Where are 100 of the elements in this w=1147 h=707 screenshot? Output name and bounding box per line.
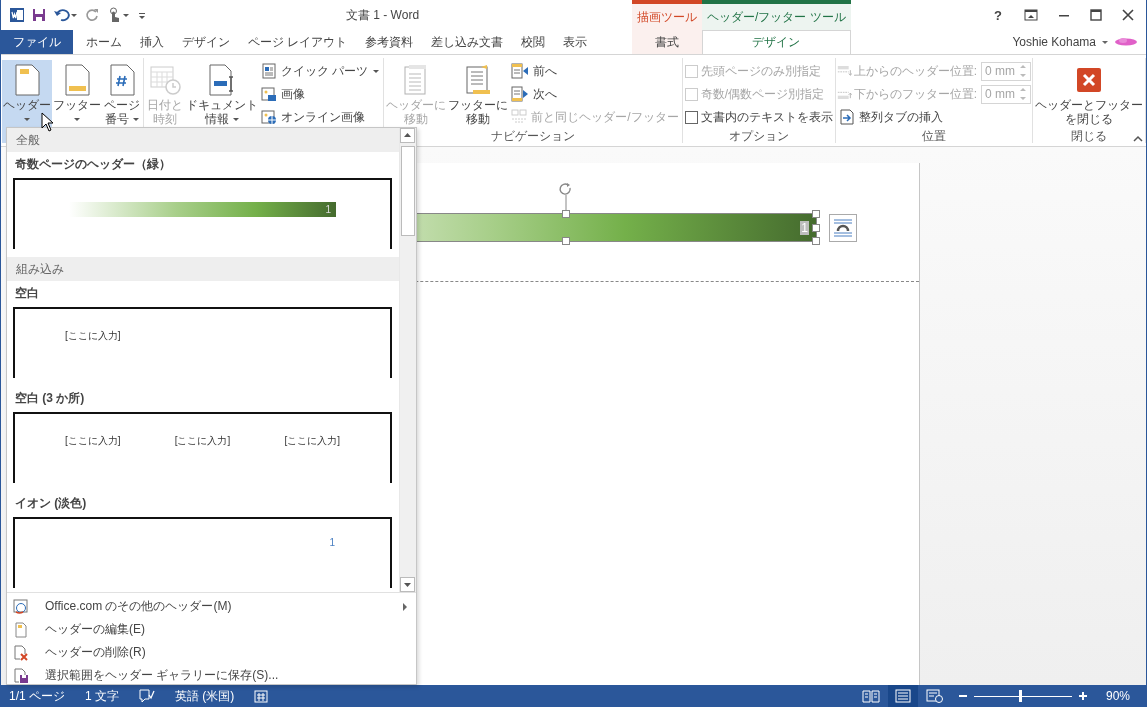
book-icon [861, 689, 880, 703]
scroll-up-icon[interactable] [400, 128, 415, 143]
resize-handle[interactable] [562, 237, 570, 245]
section-heading: 組み込み [7, 257, 399, 281]
preview-text: [ここに入力] [65, 329, 121, 343]
tab-insert-icon [838, 109, 855, 125]
zoom-slider[interactable] [1019, 689, 1022, 702]
ribbon-tab[interactable]: 差し込み文書 [422, 30, 513, 54]
menu-item[interactable]: 選択範囲をヘッダー ギャラリーに保存(S)... [7, 664, 416, 687]
ribbon-tab[interactable]: デザイン [173, 30, 239, 54]
link-icon [511, 109, 528, 125]
scroll-thumb[interactable] [401, 146, 415, 236]
close-icon[interactable] [1122, 9, 1134, 21]
group-label: 閉じる [1071, 128, 1108, 144]
parts-icon [261, 63, 277, 79]
macro-icon[interactable] [254, 689, 269, 703]
caret-icon [23, 115, 31, 123]
gallery-item-title: 奇数ページのヘッダー（緑） [14, 156, 172, 173]
status-text[interactable]: 1/1 ページ [9, 687, 65, 705]
ribbon-button[interactable]: 整列タブの挿入 [836, 106, 1032, 128]
calendar-clock-icon [149, 64, 181, 96]
header-preview[interactable]: 1 [13, 517, 392, 588]
status-text[interactable]: 英語 (米国) [175, 687, 235, 705]
undo-icon[interactable] [53, 7, 79, 23]
header-preview[interactable]: 1 [13, 178, 392, 249]
status-text[interactable]: 1 文字 [85, 687, 120, 705]
zoom-level[interactable]: 90% [1105, 689, 1130, 703]
next-icon [511, 86, 530, 102]
preview-text: [ここに入力] [174, 434, 231, 448]
ribbon-tab[interactable]: ファイル [1, 30, 73, 54]
group-label: 位置 [921, 128, 946, 144]
web-page-icon [925, 689, 944, 703]
page-number-icon [108, 64, 136, 96]
checkbox-label: 文書内のテキストを表示 [700, 108, 833, 126]
group-label: ナビゲーション [491, 128, 575, 144]
ribbon-display-icon[interactable] [1024, 9, 1038, 21]
gallery-item-title: イオン (淡色) [14, 495, 88, 512]
ribbon-button[interactable]: 画像 [259, 83, 383, 105]
view-button[interactable] [887, 685, 918, 707]
gallery-item-title: 空白 (3 か所) [14, 390, 86, 407]
ribbon-tab[interactable]: デザイン [702, 30, 851, 54]
menu-item[interactable]: Office.com のその他のヘッダー(M) [7, 595, 416, 618]
ribbon-tab[interactable]: ページ レイアウト [239, 30, 357, 54]
header-preview[interactable]: [ここに入力] [ここに入力] [ここに入力] [13, 412, 392, 483]
caret-icon [73, 115, 81, 123]
delete-page-icon [13, 644, 29, 661]
collapse-ribbon-icon[interactable] [1133, 135, 1143, 143]
caret-icon [231, 115, 240, 123]
window-title: 文書 1 - Word [344, 6, 421, 24]
previous-icon [511, 63, 530, 79]
position-icon [836, 64, 852, 78]
submenu-arrow-icon [402, 602, 408, 611]
app-icon[interactable] [9, 7, 25, 23]
menu-item[interactable]: ヘッダーの編集(E) [7, 618, 416, 641]
checkbox-label: 先頭ページのみ別指定 [700, 62, 821, 80]
ribbon-button[interactable]: フッターに 移動 [447, 60, 510, 128]
ribbon-button[interactable]: 前へ [509, 60, 681, 82]
scroll-down-icon[interactable] [400, 577, 415, 592]
preview-text: 1 [329, 537, 335, 548]
globe-picture-icon [261, 109, 277, 125]
ribbon-tab[interactable]: 書式 [632, 30, 702, 54]
rotate-handle[interactable] [558, 182, 574, 210]
globe-document-icon [13, 598, 29, 615]
checkbox-label: 奇数/偶数ページ別指定 [700, 85, 825, 103]
contextual-tab-group: ヘッダー/フッター ツール [702, 0, 851, 30]
ribbon-tab[interactable]: 参考資料 [356, 30, 423, 54]
ribbon-button[interactable]: 次へ [509, 83, 681, 105]
gallery-item-title: 空白 [14, 285, 40, 302]
ribbon-tab[interactable]: 挿入 [131, 30, 173, 54]
ribbon-tab[interactable]: ホーム [77, 30, 131, 54]
redo-icon [85, 7, 101, 23]
caret-icon[interactable] [1101, 38, 1109, 46]
page-lines-icon [894, 689, 911, 703]
touch-mode-icon[interactable] [107, 7, 131, 23]
zoom-in-icon[interactable] [1077, 691, 1088, 701]
menu-item[interactable]: ヘッダーの削除(R) [7, 641, 416, 664]
ribbon-button[interactable]: クイック パーツ [259, 60, 383, 82]
checkbox[interactable] [684, 110, 698, 124]
help-button[interactable]: ? [992, 7, 1004, 23]
caret-icon [372, 67, 381, 75]
contextual-tab-group: 描画ツール [632, 0, 702, 30]
picture-icon [261, 86, 277, 102]
preview-text: [ここに入力] [65, 434, 121, 448]
page-icon [63, 64, 91, 96]
ribbon-tab[interactable]: 表示 [554, 30, 597, 54]
proofing-icon[interactable] [139, 689, 156, 703]
field-label: 下からのフッター位置: [853, 85, 978, 103]
close-icon [1076, 67, 1103, 93]
preview-text: [ここに入力] [284, 434, 340, 448]
ribbon-button[interactable]: ヘッダーとフッター を閉じる [1034, 60, 1145, 128]
preview-text: 1 [325, 204, 331, 215]
resize-handle[interactable] [562, 210, 570, 218]
maximize-icon[interactable] [1090, 9, 1102, 21]
scrollbar[interactable] [399, 128, 416, 592]
account-name[interactable]: Yoshie Kohama [1012, 35, 1096, 49]
page-icon [13, 64, 41, 96]
ribbon-tab[interactable]: 校閲 [512, 30, 555, 54]
layout-options-icon[interactable] [829, 214, 857, 242]
avatar-icon[interactable] [1114, 37, 1138, 47]
header-preview[interactable]: [ここに入力] [13, 307, 392, 378]
